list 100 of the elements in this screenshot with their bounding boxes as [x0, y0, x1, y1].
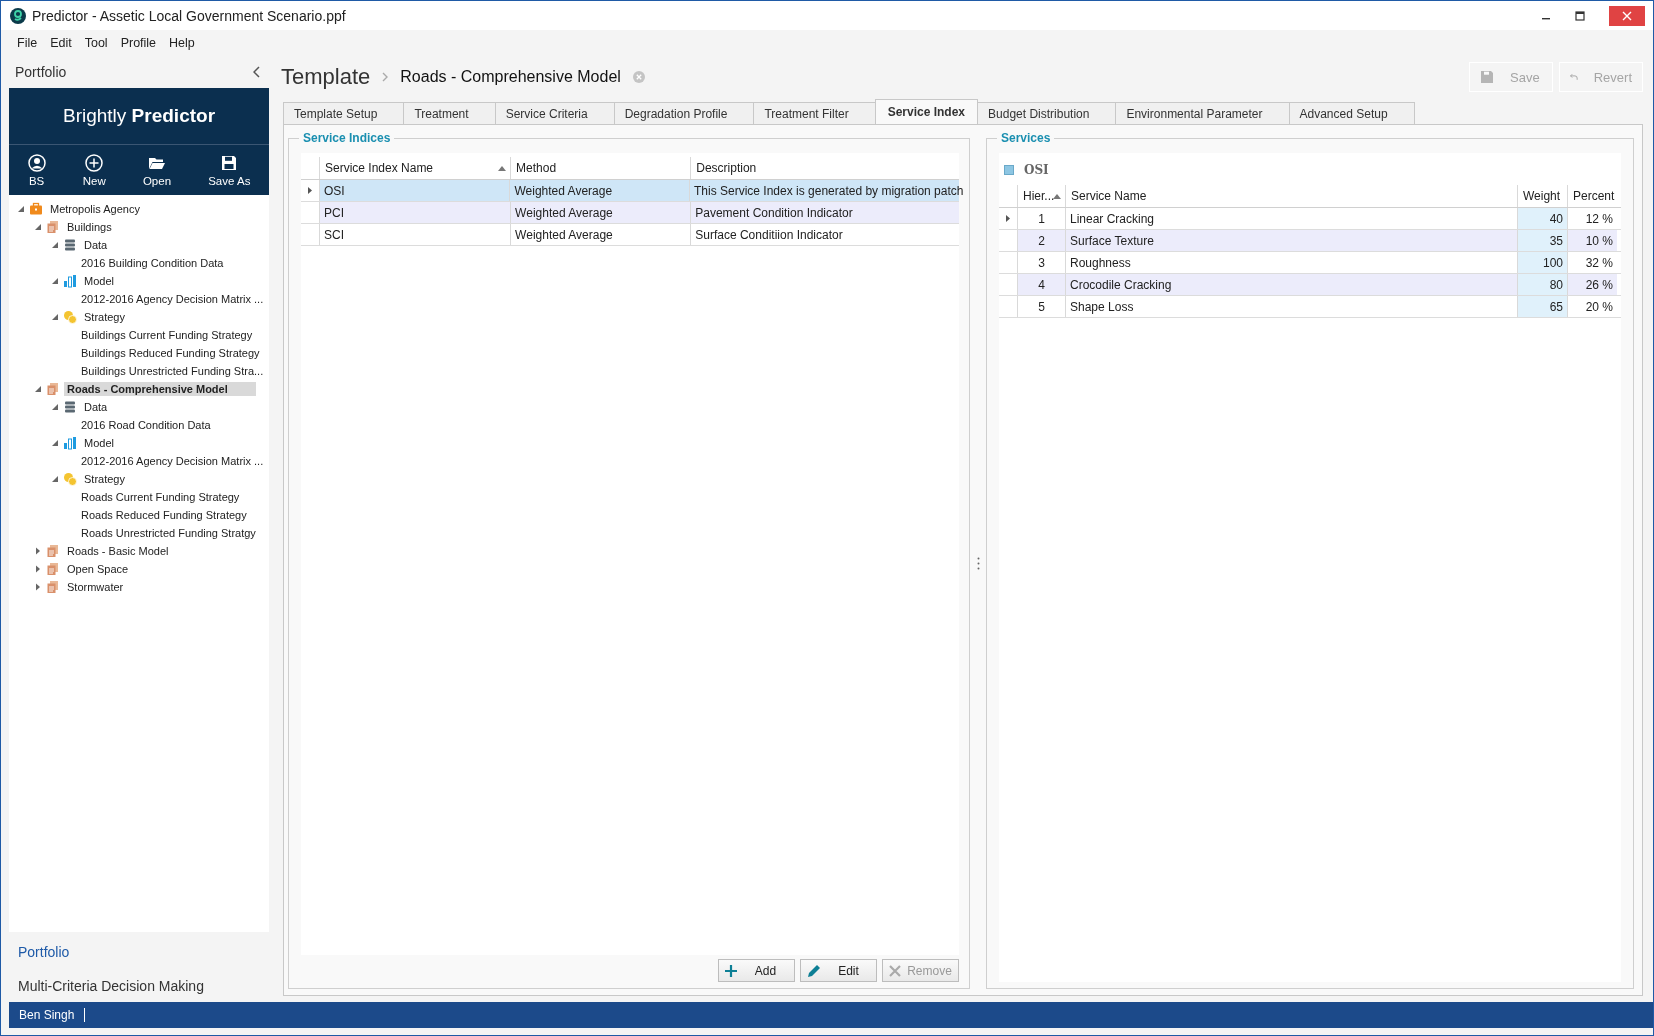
expanded-arrow-icon[interactable] — [51, 403, 59, 411]
tree-item[interactable]: Stormwater — [64, 580, 127, 594]
table-cell: 80 — [1517, 274, 1567, 295]
tab[interactable]: Treatment Filter — [753, 102, 876, 124]
row-indicator-icon — [1006, 215, 1010, 222]
tree-item[interactable]: Model — [81, 436, 117, 450]
menu-item[interactable]: Edit — [50, 36, 72, 50]
table-cell: Surface Texture — [1065, 230, 1517, 251]
column-header[interactable]: Percent — [1567, 185, 1617, 207]
documents-icon — [46, 562, 60, 576]
table-cell: Weighted Average — [509, 180, 689, 201]
brand-logo: Brightly Predictor — [62, 105, 216, 127]
pencil-icon — [807, 963, 821, 978]
toolbar-button[interactable]: New — [76, 151, 112, 189]
nav-link[interactable]: Multi-Criteria Decision Making — [18, 978, 204, 994]
tree-item[interactable]: Roads Current Funding Strategy — [78, 490, 243, 504]
close-button[interactable] — [1609, 5, 1645, 26]
toolbar-button[interactable]: Save As — [202, 151, 257, 189]
page-title: Template — [281, 64, 371, 90]
grid-button[interactable]: Add — [718, 959, 795, 982]
expanded-arrow-icon[interactable] — [51, 439, 59, 447]
sort-ascending-icon — [1053, 194, 1061, 199]
close-icon — [1622, 10, 1632, 21]
table-cell: 26 % — [1567, 274, 1617, 295]
tab[interactable]: Template Setup — [283, 102, 405, 124]
table-cell: 4 — [1017, 274, 1065, 295]
tree-item[interactable]: Model — [81, 274, 117, 288]
status-user: Ben Singh — [9, 1008, 86, 1022]
bar-chart-icon — [63, 274, 77, 288]
grid-button[interactable]: Edit — [800, 959, 877, 982]
tab[interactable]: Degradation Profile — [613, 102, 755, 124]
nav-link[interactable]: Portfolio — [18, 944, 70, 960]
table-cell: Pavement Condition Indicator — [690, 202, 959, 223]
tree-item[interactable]: Buildings Reduced Funding Strategy — [78, 346, 263, 360]
coins-icon — [63, 310, 77, 324]
x-icon — [889, 964, 901, 977]
tree-item[interactable]: Open Space — [64, 562, 132, 576]
tab[interactable]: Advanced Setup — [1288, 102, 1415, 124]
expanded-arrow-icon[interactable] — [51, 241, 59, 249]
tree-item[interactable]: 2016 Road Condition Data — [78, 418, 214, 432]
tab[interactable]: Service Index — [874, 99, 979, 124]
index-label: OSI — [1024, 163, 1049, 177]
tab[interactable]: Treatment — [403, 102, 496, 124]
expanded-arrow-icon[interactable] — [34, 223, 42, 231]
tree-item[interactable]: 2016 Building Condition Data — [78, 256, 227, 270]
menu-item[interactable]: File — [17, 36, 38, 50]
collapsed-arrow-icon[interactable] — [34, 583, 42, 591]
collapsed-arrow-icon[interactable] — [34, 565, 42, 573]
splitter-handle-icon[interactable] — [976, 557, 980, 570]
tree-item[interactable]: 2012-2016 Agency Decision Matrix ... — [78, 292, 267, 306]
expanded-arrow-icon[interactable] — [17, 205, 25, 213]
table-cell: 2 — [1017, 230, 1065, 251]
table-cell: 65 — [1517, 296, 1567, 317]
expanded-arrow-icon[interactable] — [34, 385, 42, 393]
tree-item[interactable]: Buildings — [64, 220, 115, 234]
tree-item[interactable]: Data — [81, 400, 111, 414]
database-icon — [63, 400, 77, 414]
table-cell: PCI — [319, 202, 511, 223]
documents-icon — [46, 544, 60, 558]
tree-item[interactable]: Roads - Comprehensive Model — [64, 382, 256, 396]
expanded-arrow-icon[interactable] — [51, 313, 59, 321]
toolbar-button[interactable]: BS — [21, 151, 52, 189]
tab[interactable]: Budget Distribution — [977, 102, 1117, 124]
expanded-arrow-icon[interactable] — [51, 277, 59, 285]
menu-item[interactable]: Profile — [120, 36, 157, 50]
group-title: Service Indices — [299, 131, 395, 145]
collapse-icon[interactable] — [253, 66, 261, 78]
row-indicator-icon — [308, 187, 312, 194]
plus-circle-icon — [85, 153, 104, 172]
group-title: Services — [997, 131, 1055, 145]
table-cell: OSI — [319, 180, 510, 201]
tab[interactable]: Environmental Parameter — [1115, 102, 1290, 124]
menu-item[interactable]: Help — [169, 36, 195, 50]
maximize-icon[interactable] — [1575, 10, 1585, 21]
tree-item[interactable]: Strategy — [81, 472, 128, 486]
window-title: Predictor - Assetic Local Government Scenario.ppf — [32, 7, 346, 24]
tree-item[interactable]: Data — [81, 238, 111, 252]
tree-item[interactable]: Metropolis Agency — [47, 202, 143, 216]
table-cell: Weighted Average — [510, 202, 691, 223]
expanded-arrow-icon[interactable] — [51, 475, 59, 483]
documents-icon — [46, 580, 60, 594]
documents-icon — [46, 382, 60, 396]
template-name: Roads - Comprehensive Model — [400, 68, 621, 86]
tree-item[interactable]: Strategy — [81, 310, 128, 324]
panel-title: Portfolio — [15, 64, 67, 80]
collapsed-arrow-icon[interactable] — [34, 547, 42, 555]
chevron-right-icon — [382, 72, 389, 82]
tree-item[interactable]: Buildings Current Funding Strategy — [78, 328, 256, 342]
table-cell: 100 — [1517, 252, 1567, 273]
tree-item[interactable]: Roads - Basic Model — [64, 544, 172, 558]
tree-item[interactable]: Roads Unrestricted Funding Stratgy — [78, 526, 259, 540]
user-icon — [27, 153, 46, 172]
tree-item[interactable]: 2012-2016 Agency Decision Matrix ... — [78, 454, 267, 468]
documents-icon — [46, 220, 60, 234]
tree-item[interactable]: Buildings Unrestricted Funding Stra... — [78, 364, 267, 378]
square-icon — [1004, 165, 1014, 175]
menu-item[interactable]: Tool — [84, 36, 108, 50]
tree-item[interactable]: Roads Reduced Funding Strategy — [78, 508, 250, 522]
tab[interactable]: Service Criteria — [494, 102, 615, 124]
toolbar-button[interactable]: Open — [136, 151, 178, 189]
